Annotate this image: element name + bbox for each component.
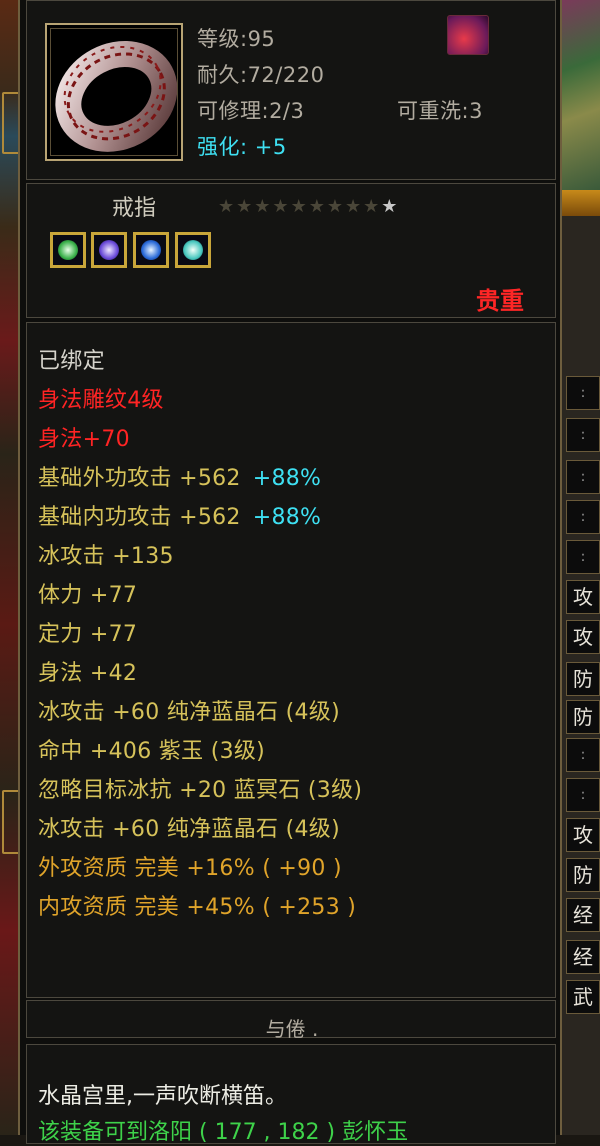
attribute-text: 冰攻击 +135 <box>38 544 174 569</box>
right-panel-cell[interactable]: 经 <box>566 940 600 974</box>
attribute-text: 体力 +77 <box>38 583 138 608</box>
right-panel-cell[interactable]: 防 <box>566 700 600 734</box>
attribute-text: 定力 +77 <box>38 622 138 647</box>
enhance-value: +5 <box>254 135 287 159</box>
attribute-bonus-percent: +88% <box>252 466 322 491</box>
ring-icon <box>55 41 178 152</box>
rarity-label: 贵重 <box>476 287 524 315</box>
right-panel-cell[interactable]: : <box>566 540 600 574</box>
star-icon: ★ <box>290 196 309 217</box>
star-icon: ★ <box>344 196 364 217</box>
set-title: 与倦 . <box>265 1017 319 1041</box>
item-durability: 耐久:72/220 <box>197 63 325 87</box>
item-repairable: 可修理:2/3 <box>197 99 305 123</box>
star-rating: ★★★★★★★★★★ <box>218 196 399 217</box>
attribute-line: 内攻资质 完美 +45% ( +253 ) <box>38 889 356 921</box>
right-panel-cell[interactable]: 攻 <box>566 620 600 654</box>
right-panel-cell[interactable]: : <box>566 418 600 452</box>
right-panel-cell[interactable]: 攻 <box>566 580 600 614</box>
right-panel-cell[interactable]: 防 <box>566 662 600 696</box>
right-panel-cell[interactable]: : <box>566 500 600 534</box>
attribute-text: 冰攻击 +60 纯净蓝晶石 (4级) <box>38 700 340 725</box>
attribute-text: 外攻资质 完美 +16% ( +90 ) <box>38 856 342 881</box>
attribute-text: 身法 +42 <box>38 661 138 686</box>
attribute-line: 体力 +77 <box>38 577 137 609</box>
attribute-line: 冰攻击 +135 <box>38 538 174 570</box>
attribute-line: 已绑定 <box>38 343 105 375</box>
background-right-art <box>562 0 600 190</box>
right-panel-cell[interactable]: 攻 <box>566 818 600 852</box>
attribute-line: 冰攻击 +60 纯净蓝晶石 (4级) <box>38 811 340 843</box>
attribute-line: 身法雕纹4级 <box>38 382 164 414</box>
attribute-line: 忽略目标冰抗 +20 蓝冥石 (3级) <box>38 772 362 804</box>
right-panel-cell[interactable]: 防 <box>566 858 600 892</box>
right-panel-cell[interactable]: : <box>566 460 600 494</box>
star-icon: ★ <box>272 196 291 217</box>
item-level: 等级:95 <box>197 27 276 51</box>
attribute-line: 基础外功攻击 +562 +88% <box>38 460 321 492</box>
background-right-panel: :::::攻攻防防::攻防经经武 <box>562 0 600 1135</box>
attribute-line: 基础内功攻击 +562 +88% <box>38 499 321 531</box>
right-panel-cell[interactable]: : <box>566 376 600 410</box>
attribute-text: 身法+70 <box>38 427 130 452</box>
attribute-line: 定力 +77 <box>38 616 137 648</box>
attribute-line: 外攻资质 完美 +16% ( +90 ) <box>38 850 342 882</box>
attribute-line: 冰攻击 +60 纯净蓝晶石 (4级) <box>38 694 340 726</box>
item-header-box: 等级:95 耐久:72/220 可修理:2/3 可重洗:3 强化: +5 <box>26 0 556 180</box>
attribute-text: 已绑定 <box>38 349 105 374</box>
attribute-line: 身法 +42 <box>38 655 137 687</box>
attribute-text: 忽略目标冰抗 +20 蓝冥石 (3级) <box>38 778 363 803</box>
attribute-text: 冰攻击 +60 纯净蓝晶石 (4级) <box>38 817 340 842</box>
star-icon: ★ <box>381 196 400 217</box>
attribute-text: 内攻资质 完美 +45% ( +253 ) <box>38 895 357 920</box>
attribute-bonus-percent: +88% <box>252 505 322 530</box>
right-panel-cell[interactable]: 武 <box>566 980 600 1014</box>
attribute-text: 身法雕纹4级 <box>38 388 164 413</box>
attribute-line: 命中 +406 紫玉 (3级) <box>38 733 265 765</box>
star-icon: ★ <box>326 196 345 217</box>
purple-gem-icon[interactable] <box>91 232 127 268</box>
blue-gem-icon[interactable] <box>133 232 169 268</box>
description-flavor: 水晶宫里,一声吹断横笛。 <box>38 1084 287 1109</box>
right-panel-cell[interactable]: 经 <box>566 898 600 932</box>
attribute-text: 命中 +406 紫玉 (3级) <box>38 739 266 764</box>
item-tooltip: 等级:95 耐久:72/220 可修理:2/3 可重洗:3 强化: +5 戒指 … <box>18 0 562 1145</box>
enhance-label: 强化: <box>197 135 248 159</box>
item-rewashable: 可重洗:3 <box>397 99 483 123</box>
star-icon: ★ <box>363 196 382 217</box>
attribute-text: 基础内功攻击 +562 <box>38 505 241 530</box>
item-icon-frame[interactable] <box>45 23 183 161</box>
item-enhance: 强化: +5 <box>197 131 287 161</box>
school-badge-icon <box>447 15 489 55</box>
right-panel-cell[interactable]: : <box>566 778 600 812</box>
star-icon: ★ <box>236 196 255 217</box>
star-icon: ★ <box>254 196 273 217</box>
right-header-bar <box>562 190 600 216</box>
description-location-link[interactable]: 该装备可到洛阳 ( 177 , 182 ) 彭怀玉 <box>38 1114 408 1146</box>
attribute-text: 基础外功攻击 +562 <box>38 466 241 491</box>
right-panel-cell[interactable]: : <box>566 738 600 772</box>
attribute-line: 身法+70 <box>38 421 130 453</box>
cyan-gem-icon[interactable] <box>175 232 211 268</box>
green-gem-icon[interactable] <box>50 232 86 268</box>
item-name: 戒指 <box>112 196 157 221</box>
star-icon: ★ <box>218 196 237 217</box>
star-icon: ★ <box>308 196 327 217</box>
